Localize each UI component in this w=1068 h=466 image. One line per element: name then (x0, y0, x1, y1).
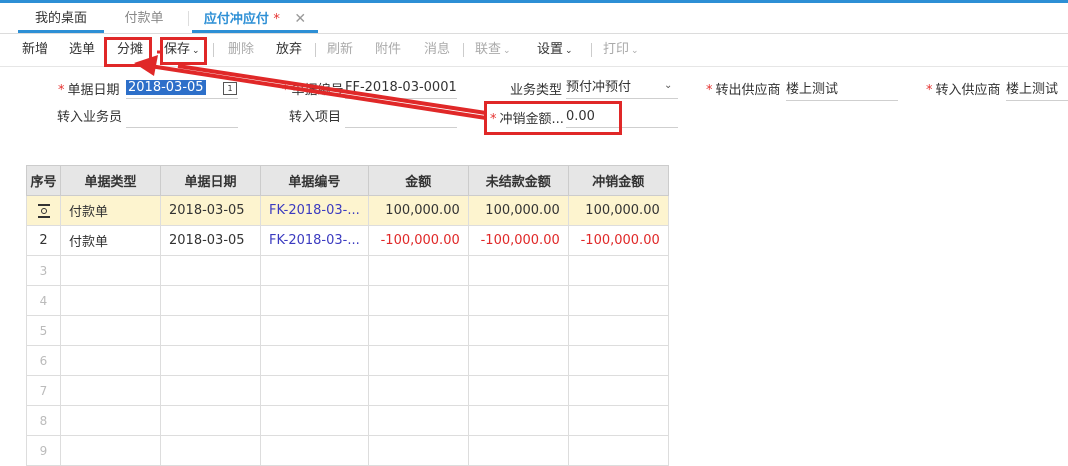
annotation-arrows (134, 50, 487, 120)
